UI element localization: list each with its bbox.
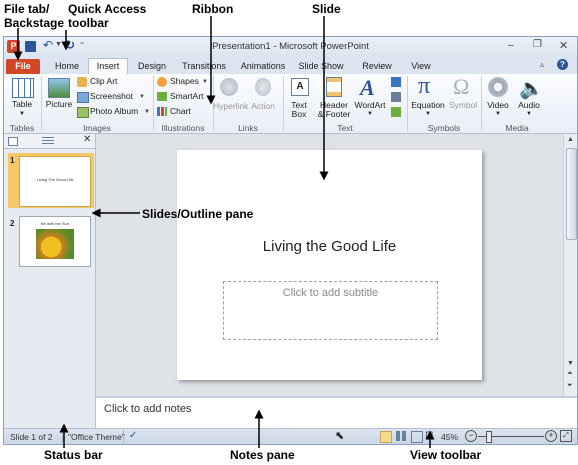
callout-arrows (13, 16, 435, 448)
